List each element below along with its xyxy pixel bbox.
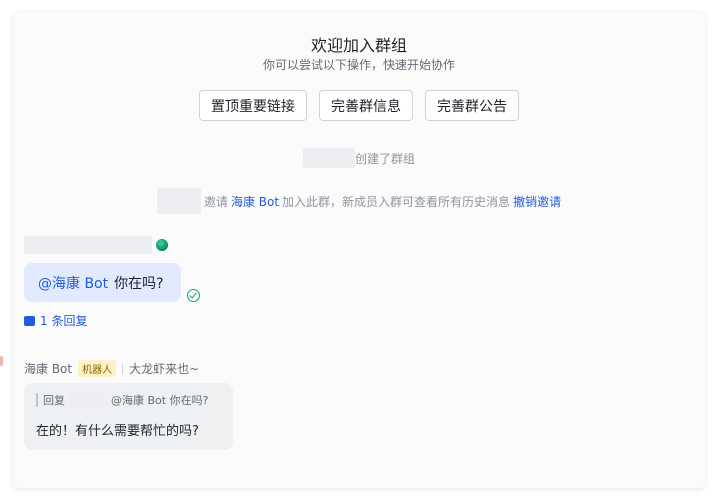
bot-name[interactable]: 海康 Bot — [24, 360, 72, 377]
blurred-sender-name — [24, 236, 152, 254]
blurred-username — [302, 148, 355, 168]
bot-message-text: 在的！有什么需要帮忙的吗? — [36, 424, 199, 439]
system-created-message: 创建了群组 — [13, 148, 705, 168]
bot-signature: 大龙虾来也~ — [129, 362, 200, 376]
read-check-icon — [187, 289, 200, 302]
globe-icon — [156, 239, 168, 251]
reply-count-label: 1 条回复 — [40, 314, 88, 328]
user-sender-line — [24, 236, 168, 254]
welcome-title: 欢迎加入群组 — [310, 36, 407, 55]
reply-thread-link[interactable]: 1 条回复 — [24, 310, 88, 329]
created-text: 创建了群组 — [354, 151, 415, 166]
user-message-text: 你在吗? — [114, 275, 164, 292]
invitee-link[interactable]: 海康 Bot — [231, 193, 279, 210]
invite-text: 加入此群，新成员入群可查看所有历史消息 — [282, 194, 511, 209]
chat-panel: 欢迎加入群组 你可以尝试以下操作，快速开始协作 置顶重要链接 完善群信息 完善群… — [13, 12, 705, 488]
quick-actions: 置顶重要链接 完善群信息 完善群公告 — [13, 90, 705, 121]
quote-prefix: 回复 — [43, 394, 65, 407]
bot-message-bubble[interactable]: 回复 @海康 Bot 你在吗? 在的！有什么需要帮忙的吗? — [24, 383, 233, 450]
blurred-username — [69, 393, 107, 407]
user-message-bubble[interactable]: @海康 Bot 你在吗? — [24, 263, 181, 302]
group-info-button[interactable]: 完善群信息 — [319, 90, 413, 121]
pin-link-button[interactable]: 置顶重要链接 — [199, 90, 307, 121]
robot-badge: 机器人 — [78, 360, 117, 377]
blurred-username — [156, 188, 201, 214]
reply-icon — [24, 310, 35, 326]
quote-text: @海康 Bot 你在吗? — [111, 394, 209, 407]
invite-verb: 邀请 — [203, 194, 228, 209]
bot-sender-line: 海康 Bot 机器人 大龙虾来也~ — [24, 360, 199, 377]
welcome-subtitle: 你可以尝试以下操作，快速开始协作 — [262, 58, 455, 72]
left-edge-mark — [0, 356, 3, 366]
system-invite-message: 邀请 海康 Bot 加入此群，新成员入群可查看所有历史消息 撤销邀请 — [13, 188, 705, 214]
group-notice-button[interactable]: 完善群公告 — [425, 90, 519, 121]
divider — [122, 363, 124, 374]
mention-link[interactable]: @海康 Bot — [38, 273, 108, 293]
quoted-reply[interactable]: 回复 @海康 Bot 你在吗? — [36, 393, 221, 407]
revoke-invite-link[interactable]: 撤销邀请 — [513, 193, 561, 210]
